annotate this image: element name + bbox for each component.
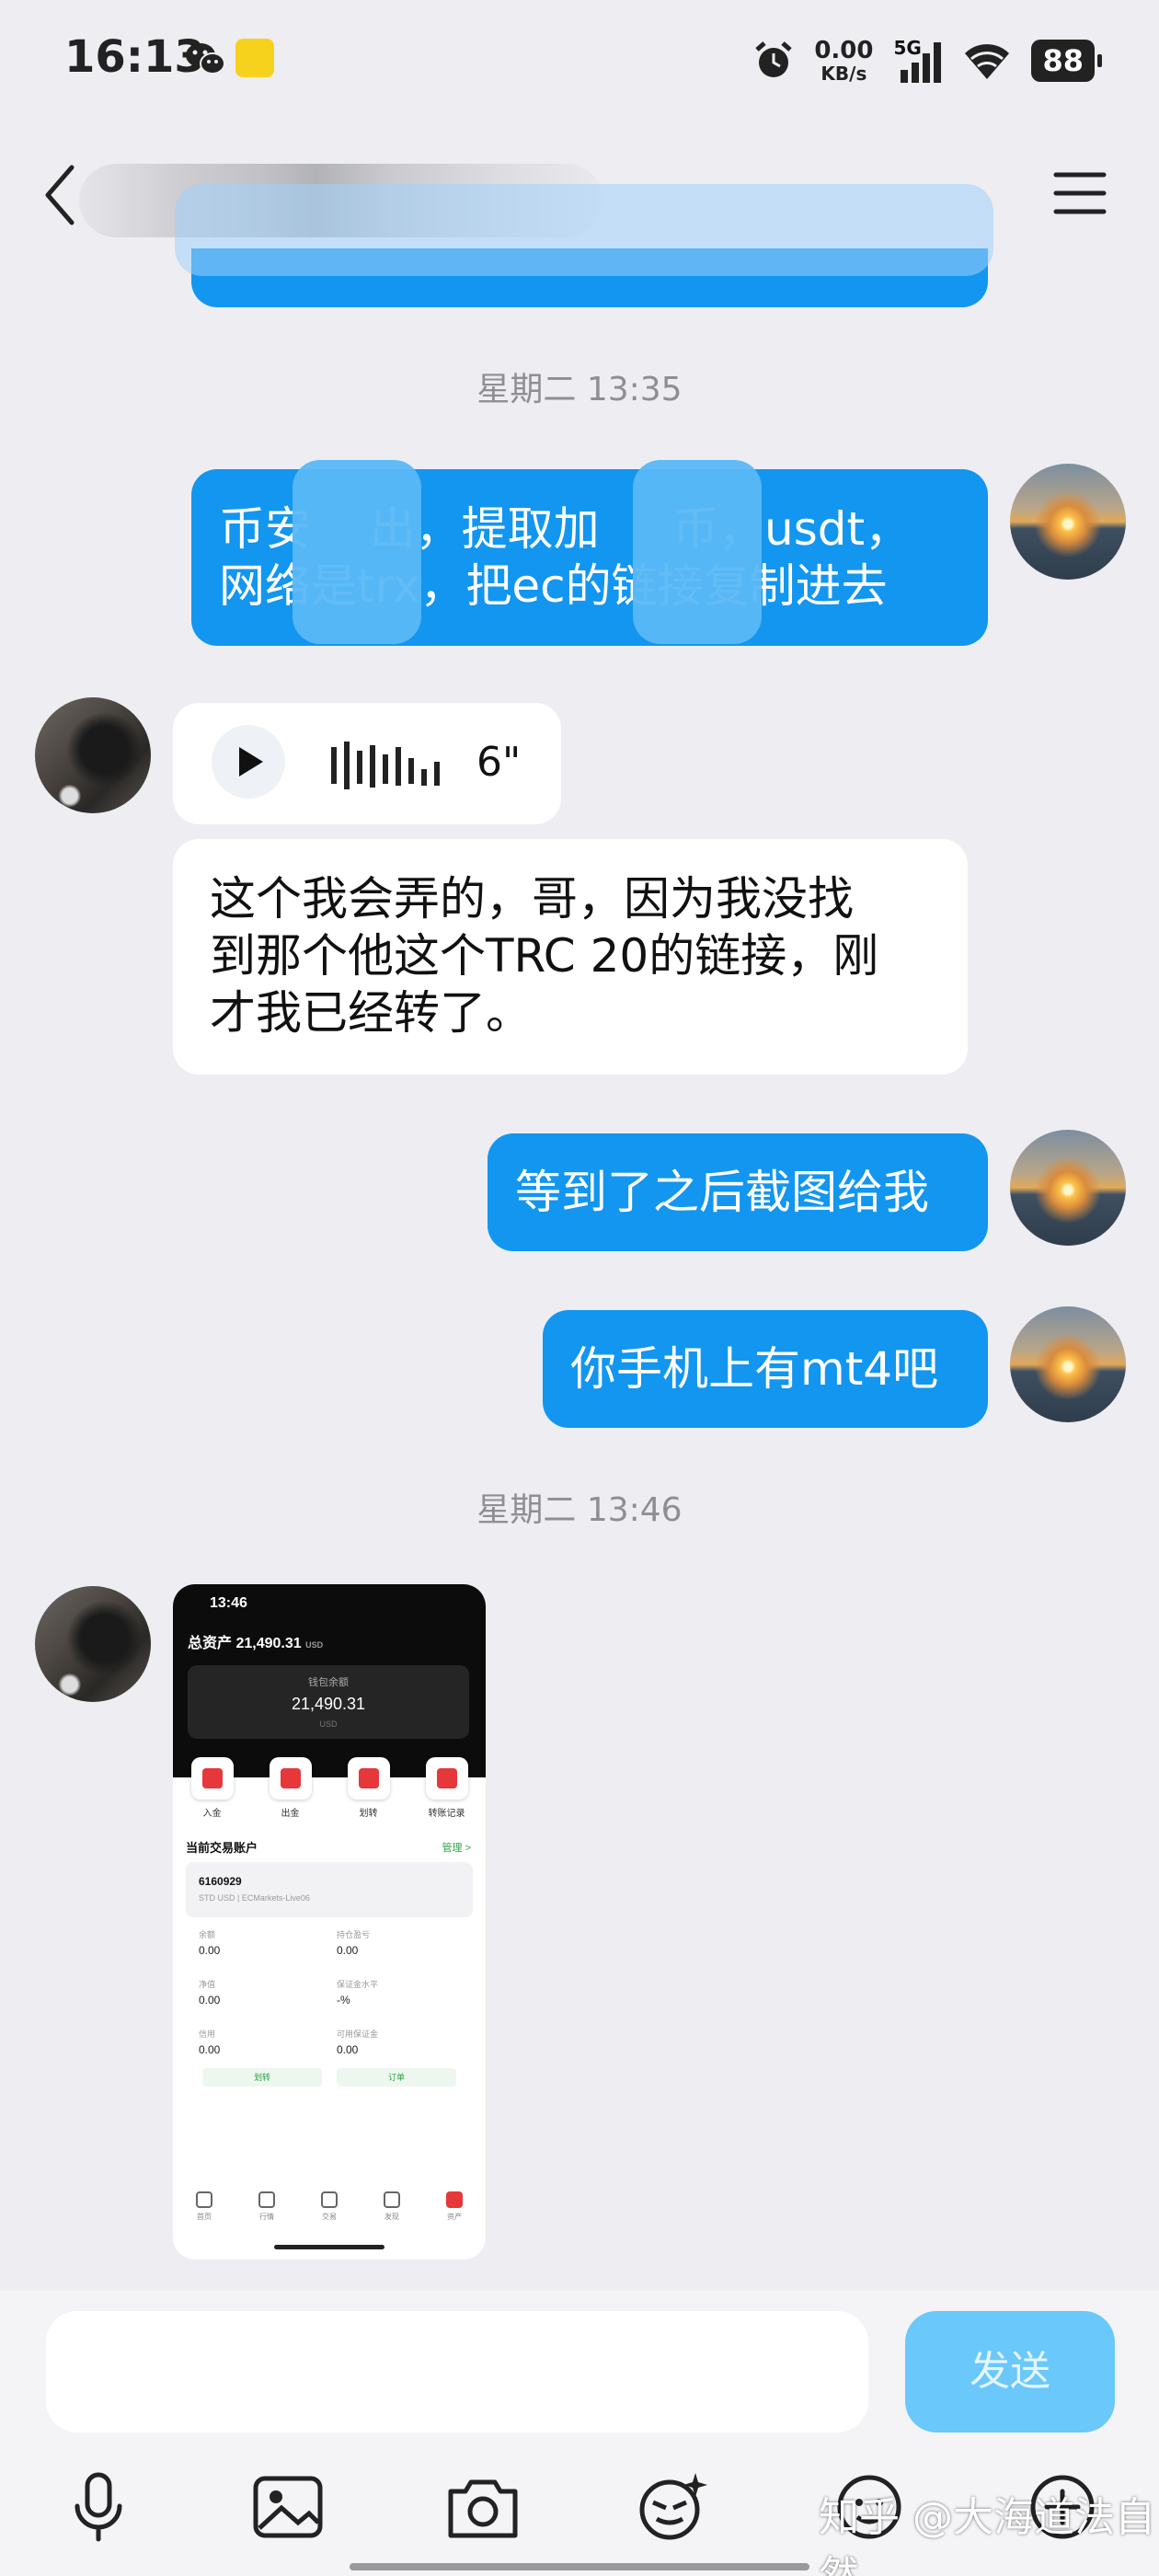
waveform-icon [331, 742, 440, 789]
avatar[interactable] [1010, 464, 1126, 580]
message-line: 这个我会弄的，哥，因为我没找 [210, 872, 854, 926]
net-speed: 0.00 KB/s [814, 37, 874, 85]
voice-duration: 6" [476, 739, 522, 786]
camera-icon[interactable] [442, 2466, 524, 2548]
blurred-overlay [175, 184, 993, 276]
avatar[interactable] [35, 697, 151, 813]
screenshot-actions: 入金 出金 划转 转账记录 [173, 1757, 486, 1831]
emoji-icon[interactable] [631, 2466, 714, 2548]
app-icon [235, 39, 274, 77]
transfer-button: 划转 [202, 2068, 322, 2087]
section-title: 当前交易账户 [186, 1841, 258, 1855]
outgoing-message[interactable]: 你手机上有mt4吧 [543, 1310, 988, 1428]
account-card: 6160929 STD USD | ECMarkets-Live06 [186, 1862, 473, 1917]
voice-message[interactable]: 6" [173, 703, 561, 824]
redaction-blob [293, 460, 421, 644]
status-bar: 16:13 0.00 KB/s 5G 88 [0, 0, 1159, 120]
withdraw-action: 出金 [263, 1757, 318, 1831]
screenshot-home-indicator [274, 2245, 384, 2249]
message-input[interactable] [46, 2311, 868, 2432]
image-message[interactable]: 13:46 总资产 21,490.31 USD 钱包余额 21,490.31 U… [173, 1584, 486, 2260]
outgoing-message[interactable]: 等到了之后截图给我 [488, 1133, 988, 1251]
screenshot-tab-bar: 首页 行情 交易 发现 资产 [173, 2191, 486, 2237]
message-line: 到那个他这个TRC 20的链接，刚 [210, 929, 879, 983]
battery-icon: 88 [1031, 40, 1102, 82]
incoming-message[interactable]: 这个我会弄的，哥，因为我没找 到那个他这个TRC 20的链接，刚 才我已经转了。 [173, 839, 968, 1075]
wallet-card: 钱包余额 21,490.31 USD [188, 1665, 469, 1739]
image-icon[interactable] [247, 2466, 329, 2548]
chevron-left-icon[interactable] [37, 158, 85, 232]
message-line: 才我已经转了。 [210, 986, 532, 1040]
timestamp: 星期二 13:35 [476, 371, 683, 408]
wifi-icon [965, 44, 1010, 79]
deposit-action: 入金 [185, 1757, 240, 1831]
records-action: 转账记录 [419, 1757, 475, 1831]
manage-link: 管理 > [442, 1843, 471, 1854]
avatar[interactable] [35, 1586, 151, 1702]
alarm-icon [755, 41, 792, 77]
outgoing-message[interactable]: 币安 出，提取加 币，usdt， 网络是trx，把ec的链接复制进去 [191, 460, 988, 646]
screenshot-total: 总资产 21,490.31 USD [188, 1636, 324, 1651]
signal-icon: 5G [893, 37, 943, 83]
avatar[interactable] [1010, 1306, 1126, 1422]
play-icon[interactable] [212, 725, 285, 799]
screenshot-time: 13:46 [210, 1595, 247, 1611]
home-indicator[interactable] [350, 2563, 809, 2570]
screenshot-header: 13:46 总资产 21,490.31 USD 钱包余额 21,490.31 U… [173, 1584, 486, 1777]
hamburger-menu-icon[interactable] [1052, 169, 1107, 217]
redaction-blob [633, 460, 762, 644]
orders-button: 订单 [337, 2068, 456, 2087]
timestamp: 星期二 13:46 [476, 1491, 683, 1529]
watermark: 知乎 @大海道法自然 [819, 2494, 1155, 2576]
avatar[interactable] [1010, 1130, 1126, 1246]
transfer-action: 划转 [341, 1757, 396, 1831]
status-right: 0.00 KB/s 5G 88 [753, 33, 1102, 88]
wechat-icon [186, 43, 225, 75]
microphone-icon[interactable] [57, 2466, 140, 2548]
send-button[interactable]: 发送 [905, 2311, 1115, 2432]
